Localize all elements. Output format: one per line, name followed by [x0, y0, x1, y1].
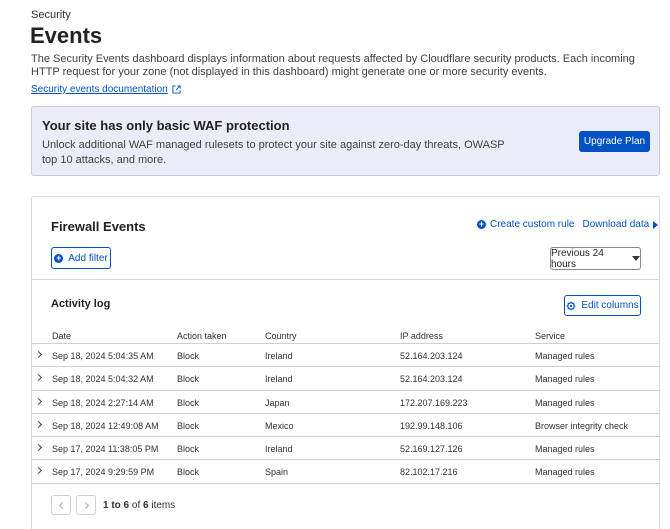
cell-country: Japan	[265, 397, 290, 408]
page-range: 1 to 6	[103, 499, 130, 511]
chevron-right-icon[interactable]	[34, 420, 43, 428]
cell-service: Browser integrity check	[535, 420, 629, 431]
column-action: Action taken	[177, 331, 227, 341]
cell-action: Block	[177, 467, 200, 478]
download-data-label: Download data	[582, 219, 650, 230]
upgrade-plan-button[interactable]: Upgrade Plan	[579, 131, 650, 152]
chevron-right-icon	[81, 501, 89, 509]
cell-country: Spain	[265, 467, 289, 478]
chevron-right-icon[interactable]	[34, 350, 43, 359]
table-row[interactable]: Sep 17, 2024 9:29:59 PM Block Spain 82.1…	[32, 460, 659, 484]
table-row[interactable]: Sep 18, 2024 5:04:32 AM Block Ireland 52…	[32, 367, 659, 391]
edit-columns-button[interactable]: Edit columns	[564, 295, 641, 316]
column-service: Service	[535, 331, 566, 341]
cell-date: Sep 18, 2024 2:27:14 AM	[52, 397, 154, 408]
table-header: Date Action taken Country IP address Ser…	[32, 327, 659, 344]
chevron-left-icon	[58, 501, 66, 509]
cell-action: Block	[177, 397, 200, 408]
cell-service: Managed rules	[535, 444, 595, 455]
column-country: Country	[265, 331, 297, 341]
external-link-icon	[172, 85, 181, 94]
cell-action: Block	[177, 444, 200, 455]
plus-circle-icon: +	[54, 252, 64, 263]
banner-title: Your site has only basic WAF protection	[42, 118, 290, 133]
cell-date: Sep 17, 2024 9:29:59 PM	[52, 467, 155, 478]
documentation-link-label: Security events documentation	[31, 84, 168, 95]
create-custom-rule-link[interactable]: Create custom rule	[490, 219, 574, 230]
page-total: 6	[143, 499, 149, 511]
time-range-value: Previous 24 hours	[551, 247, 604, 270]
cell-service: Managed rules	[535, 351, 595, 361]
time-range-select[interactable]: Previous 24 hours	[550, 247, 641, 270]
breadcrumb: Security	[31, 9, 71, 21]
add-filter-label: Add filter	[68, 252, 108, 264]
plus-circle-icon: +	[477, 219, 486, 229]
cell-date: Sep 18, 2024 5:04:32 AM	[52, 374, 154, 385]
cell-ip: 172.207.169.223	[400, 397, 468, 408]
next-page-button[interactable]	[76, 495, 96, 515]
page-description: The Security Events dashboard displays i…	[31, 53, 635, 78]
table-row[interactable]: Sep 18, 2024 5:04:35 AM Block Ireland 52…	[32, 344, 659, 368]
banner-text: Unlock additional WAF managed rulesets t…	[42, 139, 505, 166]
page-of: of	[131, 499, 141, 511]
cell-action: Block	[177, 420, 200, 431]
cell-service: Managed rules	[535, 374, 595, 385]
cell-ip: 82.102.17.216	[400, 467, 458, 478]
cell-service: Managed rules	[535, 397, 595, 408]
chevron-right-icon[interactable]	[34, 374, 43, 382]
upgrade-banner: Your site has only basic WAF protection …	[31, 106, 660, 176]
cell-country: Ireland	[265, 374, 293, 385]
cell-ip: 52.169.127.126	[400, 444, 463, 455]
activity-log-title: Activity log	[51, 298, 111, 310]
cell-country: Mexico	[265, 420, 294, 431]
table-row[interactable]: Sep 18, 2024 2:27:14 AM Block Japan 172.…	[32, 391, 659, 414]
table-row[interactable]: Sep 18, 2024 12:49:08 AM Block Mexico 19…	[32, 414, 659, 438]
cell-action: Block	[177, 374, 200, 385]
pagination: 1 to 6 of 6 items	[51, 495, 175, 515]
table-row[interactable]: Sep 17, 2024 11:38:05 PM Block Ireland 5…	[32, 437, 659, 461]
chevron-right-icon[interactable]	[34, 397, 43, 405]
chevron-down-icon	[632, 256, 640, 261]
cell-ip: 52.164.203.124	[400, 374, 463, 385]
cell-date: Sep 18, 2024 5:04:35 AM	[52, 351, 154, 361]
cell-ip: 52.164.203.124	[400, 351, 463, 361]
gear-icon	[566, 301, 576, 310]
page-title: Events	[30, 23, 103, 48]
cell-country: Ireland	[265, 351, 293, 361]
cell-country: Ireland	[265, 444, 293, 455]
card-title: Firewall Events	[51, 219, 146, 234]
cell-date: Sep 17, 2024 11:38:05 PM	[52, 444, 159, 455]
download-data-link[interactable]: Download data	[582, 219, 659, 230]
activity-table: Date Action taken Country IP address Ser…	[32, 327, 659, 484]
caret-right-icon	[653, 220, 659, 229]
column-date: Date	[52, 331, 72, 341]
card-actions: + Create custom rule Download data	[477, 219, 659, 230]
chevron-right-icon[interactable]	[34, 444, 43, 452]
documentation-link[interactable]: Security events documentation	[31, 84, 181, 95]
page-suffix: items	[151, 499, 176, 511]
cell-action: Block	[177, 351, 200, 361]
page-info: 1 to 6 of 6 items	[103, 500, 175, 511]
divider	[32, 279, 659, 280]
previous-page-button[interactable]	[51, 495, 71, 515]
add-filter-button[interactable]: + Add filter	[51, 247, 111, 269]
chevron-right-icon[interactable]	[34, 467, 43, 475]
cell-service: Managed rules	[535, 467, 595, 478]
edit-columns-label: Edit columns	[581, 300, 639, 311]
column-ip: IP address	[400, 331, 443, 341]
cell-date: Sep 18, 2024 12:49:08 AM	[52, 420, 159, 431]
cell-ip: 192.99.148.106	[400, 420, 463, 431]
firewall-events-card: Firewall Events + Create custom rule Dow…	[31, 196, 660, 529]
